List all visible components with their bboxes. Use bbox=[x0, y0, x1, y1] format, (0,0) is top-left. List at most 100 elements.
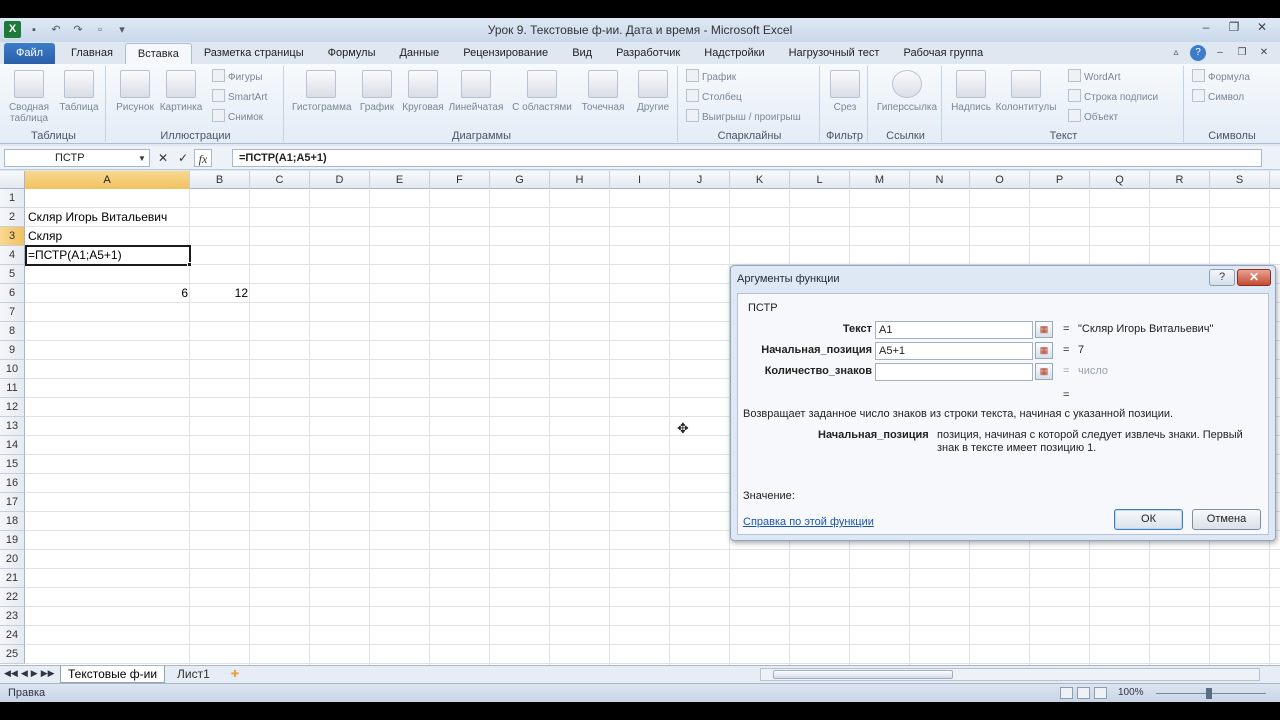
tab-data[interactable]: Данные bbox=[387, 43, 451, 64]
tab-insert[interactable]: Вставка bbox=[124, 43, 192, 64]
row-header[interactable]: 15 bbox=[0, 455, 25, 474]
equation-button[interactable]: Формула bbox=[1192, 69, 1250, 87]
cell-A5[interactable]: 6 bbox=[26, 284, 190, 303]
column-header[interactable]: O bbox=[970, 171, 1030, 189]
restore-button[interactable]: ❐ bbox=[1220, 18, 1248, 37]
column-header[interactable]: H bbox=[550, 171, 610, 189]
row-header[interactable]: 24 bbox=[0, 626, 25, 645]
row-header[interactable]: 12 bbox=[0, 398, 25, 417]
sparkline-winloss-button[interactable]: Выигрыш / проигрыш bbox=[686, 109, 801, 127]
other-charts-button[interactable]: Другие bbox=[628, 70, 678, 113]
name-box[interactable]: ПСТР bbox=[4, 149, 150, 167]
object-button[interactable]: Объект bbox=[1068, 109, 1118, 127]
column-header[interactable]: R bbox=[1150, 171, 1210, 189]
zoom-slider-knob[interactable] bbox=[1206, 688, 1212, 699]
table-button[interactable]: Таблица bbox=[54, 70, 104, 113]
first-sheet-icon[interactable]: ◀◀ bbox=[4, 668, 18, 679]
tab-home[interactable]: Главная bbox=[59, 43, 125, 64]
hyperlink-button[interactable]: Гиперссылка bbox=[874, 70, 940, 113]
help-icon[interactable]: ? bbox=[1190, 45, 1206, 61]
chevron-down-icon[interactable]: ▼ bbox=[138, 154, 146, 163]
collapse-dialog-icon[interactable]: ▦ bbox=[1035, 321, 1053, 338]
horizontal-scrollbar[interactable] bbox=[760, 668, 1260, 681]
pie-chart-button[interactable]: Круговая bbox=[398, 70, 448, 113]
scatter-chart-button[interactable]: Точечная bbox=[578, 70, 628, 113]
symbol-button[interactable]: Символ bbox=[1192, 89, 1244, 107]
arg-input-text[interactable]: A1 bbox=[875, 321, 1033, 339]
line-chart-button[interactable]: График bbox=[352, 70, 402, 113]
smartart-button[interactable]: SmartArt bbox=[212, 89, 267, 107]
cell-A1[interactable]: Скляр Игорь Витальевич bbox=[26, 208, 169, 227]
sheet-tab-text-functions[interactable]: Текстовые ф-ии bbox=[60, 666, 166, 683]
tab-team[interactable]: Рабочая группа bbox=[891, 43, 995, 64]
insert-sheet-icon[interactable]: ✚ bbox=[226, 667, 244, 682]
row-header[interactable]: 4 bbox=[0, 246, 25, 265]
row-header[interactable]: 18 bbox=[0, 512, 25, 531]
row-header[interactable]: 17 bbox=[0, 493, 25, 512]
cancel-icon[interactable]: ✕ bbox=[154, 149, 172, 167]
row-header[interactable]: 20 bbox=[0, 550, 25, 569]
cell-A2[interactable]: Скляр bbox=[26, 227, 64, 246]
row-header[interactable]: 23 bbox=[0, 607, 25, 626]
textbox-button[interactable]: Надпись bbox=[946, 70, 996, 113]
column-header[interactable]: I bbox=[610, 171, 670, 189]
cancel-button[interactable]: Отмена bbox=[1192, 509, 1261, 530]
column-header[interactable]: N bbox=[910, 171, 970, 189]
row-header[interactable]: 22 bbox=[0, 588, 25, 607]
signature-line-button[interactable]: Строка подписи bbox=[1068, 89, 1158, 107]
minimize-ribbon-icon[interactable]: ▵ bbox=[1168, 45, 1184, 61]
tab-view[interactable]: Вид bbox=[560, 43, 604, 64]
tab-addins[interactable]: Надстройки bbox=[692, 43, 776, 64]
row-header[interactable]: 5 bbox=[0, 265, 25, 284]
row-header[interactable]: 19 bbox=[0, 531, 25, 550]
select-all-corner[interactable] bbox=[0, 171, 25, 189]
column-header[interactable]: B bbox=[190, 171, 250, 189]
page-break-view-icon[interactable] bbox=[1094, 687, 1107, 699]
last-sheet-icon[interactable]: ▶▶ bbox=[41, 668, 55, 679]
tab-review[interactable]: Рецензирование bbox=[451, 43, 560, 64]
formula-input[interactable]: =ПСТР(A1;A5+1) bbox=[232, 149, 1262, 167]
screenshot-button[interactable]: Снимок bbox=[212, 109, 263, 127]
row-header[interactable]: 21 bbox=[0, 569, 25, 588]
column-header[interactable]: P bbox=[1030, 171, 1090, 189]
picture-button[interactable]: Рисунок bbox=[110, 70, 160, 113]
dialog-help-button[interactable]: ? bbox=[1209, 269, 1235, 286]
slicer-button[interactable]: Срез bbox=[820, 70, 870, 113]
normal-view-icon[interactable] bbox=[1060, 687, 1073, 699]
prev-sheet-icon[interactable]: ◀ bbox=[21, 668, 28, 679]
row-header[interactable]: 14 bbox=[0, 436, 25, 455]
row-header[interactable]: 6 bbox=[0, 284, 25, 303]
dialog-close-button[interactable]: ✕ bbox=[1237, 269, 1271, 286]
row-header[interactable]: 7 bbox=[0, 303, 25, 322]
row-header[interactable]: 25 bbox=[0, 645, 25, 664]
header-footer-button[interactable]: Колонтитулы bbox=[994, 70, 1058, 113]
tab-load-test[interactable]: Нагрузочный тест bbox=[777, 43, 892, 64]
column-header[interactable]: E bbox=[370, 171, 430, 189]
column-header[interactable]: G bbox=[490, 171, 550, 189]
minimize-button[interactable]: ‒ bbox=[1192, 18, 1220, 37]
wordart-button[interactable]: WordArt bbox=[1068, 69, 1121, 87]
tab-file[interactable]: Файл bbox=[4, 43, 56, 64]
area-chart-button[interactable]: С областями bbox=[512, 70, 572, 113]
sparkline-line-button[interactable]: График bbox=[686, 69, 736, 87]
column-header[interactable]: K bbox=[730, 171, 790, 189]
bar-chart-button[interactable]: Линейчатая bbox=[448, 70, 504, 113]
row-header[interactable]: 13 bbox=[0, 417, 25, 436]
row-header[interactable]: 3 bbox=[0, 227, 25, 246]
tab-developer[interactable]: Разработчик bbox=[604, 43, 692, 64]
page-layout-view-icon[interactable] bbox=[1077, 687, 1090, 699]
zoom-level[interactable]: 100% bbox=[1118, 687, 1144, 698]
row-header[interactable]: 2 bbox=[0, 208, 25, 227]
arg-input-count[interactable] bbox=[875, 363, 1033, 381]
column-header[interactable]: C bbox=[250, 171, 310, 189]
row-header[interactable]: 11 bbox=[0, 379, 25, 398]
clipart-button[interactable]: Картинка bbox=[156, 70, 206, 113]
function-help-link[interactable]: Справка по этой функции bbox=[743, 516, 874, 528]
next-sheet-icon[interactable]: ▶ bbox=[31, 668, 38, 679]
column-chart-button[interactable]: Гистограмма bbox=[292, 70, 352, 113]
scrollbar-thumb[interactable] bbox=[773, 670, 953, 679]
row-header[interactable]: 8 bbox=[0, 322, 25, 341]
column-header[interactable]: F bbox=[430, 171, 490, 189]
pivot-table-button[interactable]: Сводная таблица bbox=[4, 70, 54, 124]
tab-page-layout[interactable]: Разметка страницы bbox=[192, 43, 316, 64]
